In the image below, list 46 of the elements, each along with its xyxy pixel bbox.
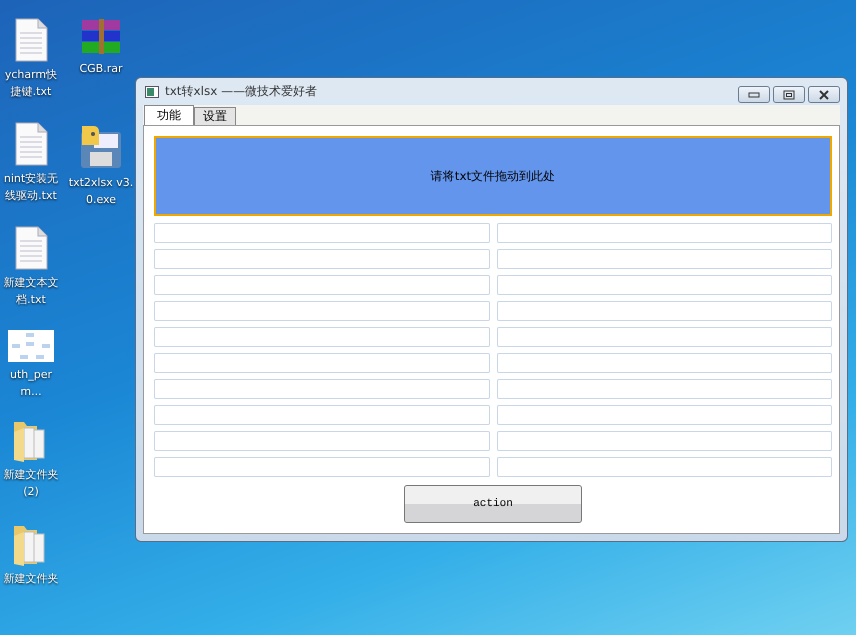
tab[interactable]: 设置 xyxy=(194,107,236,125)
input-field[interactable] xyxy=(154,327,490,347)
desktop-icon-label[interactable]: uth_perm... xyxy=(0,366,62,400)
minimize-button[interactable] xyxy=(738,86,770,103)
tab[interactable]: 功能 xyxy=(144,105,194,125)
desktop-icon-label[interactable]: 新建文件夹 (2) xyxy=(0,466,62,500)
text-file-icon[interactable] xyxy=(14,18,48,62)
input-field[interactable] xyxy=(496,327,832,347)
app-icon xyxy=(145,86,159,98)
action-button[interactable]: action xyxy=(404,485,582,523)
input-field[interactable] xyxy=(154,275,490,295)
input-field[interactable] xyxy=(496,353,832,373)
window-title: txt转xlsx ——微技术爱好者 xyxy=(165,83,318,100)
close-button[interactable] xyxy=(808,86,840,103)
drop-zone-text: 请将txt文件拖动到此处 xyxy=(430,168,556,184)
minimize-icon xyxy=(748,92,760,98)
input-field[interactable] xyxy=(496,405,832,425)
input-field[interactable] xyxy=(496,379,832,399)
drop-zone[interactable]: 请将txt文件拖动到此处 xyxy=(154,136,832,216)
desktop-icon-label[interactable]: txt2xlsx v3.0.exe xyxy=(66,174,136,208)
text-file-icon[interactable] xyxy=(14,122,48,166)
maximize-icon xyxy=(783,90,795,100)
input-field[interactable] xyxy=(496,275,832,295)
desktop-icon-label[interactable]: 新建文件夹 xyxy=(0,570,62,587)
desktop-icon-label[interactable]: CGB.rar xyxy=(66,60,136,77)
desktop-icon-label[interactable]: ycharm快捷键.txt xyxy=(0,66,62,100)
desktop-icon-label[interactable]: nint安装无线驱动.txt xyxy=(0,170,62,204)
input-field[interactable] xyxy=(154,457,490,477)
maximize-button[interactable] xyxy=(773,86,805,103)
input-field[interactable] xyxy=(154,405,490,425)
input-field[interactable] xyxy=(154,431,490,451)
archive-icon[interactable] xyxy=(80,18,122,56)
input-field[interactable] xyxy=(154,249,490,269)
input-field[interactable] xyxy=(154,223,490,243)
text-file-icon[interactable] xyxy=(14,226,48,270)
input-field[interactable] xyxy=(496,249,832,269)
input-field[interactable] xyxy=(154,353,490,373)
input-field[interactable] xyxy=(496,431,832,451)
desktop-icon-label[interactable]: 新建文本文档.txt xyxy=(0,274,62,308)
input-field[interactable] xyxy=(496,301,832,321)
input-field[interactable] xyxy=(154,301,490,321)
input-field[interactable] xyxy=(496,223,832,243)
input-field[interactable] xyxy=(154,379,490,399)
input-field[interactable] xyxy=(496,457,832,477)
diagram-thumbnail-icon[interactable] xyxy=(8,330,54,362)
close-icon xyxy=(818,90,830,100)
